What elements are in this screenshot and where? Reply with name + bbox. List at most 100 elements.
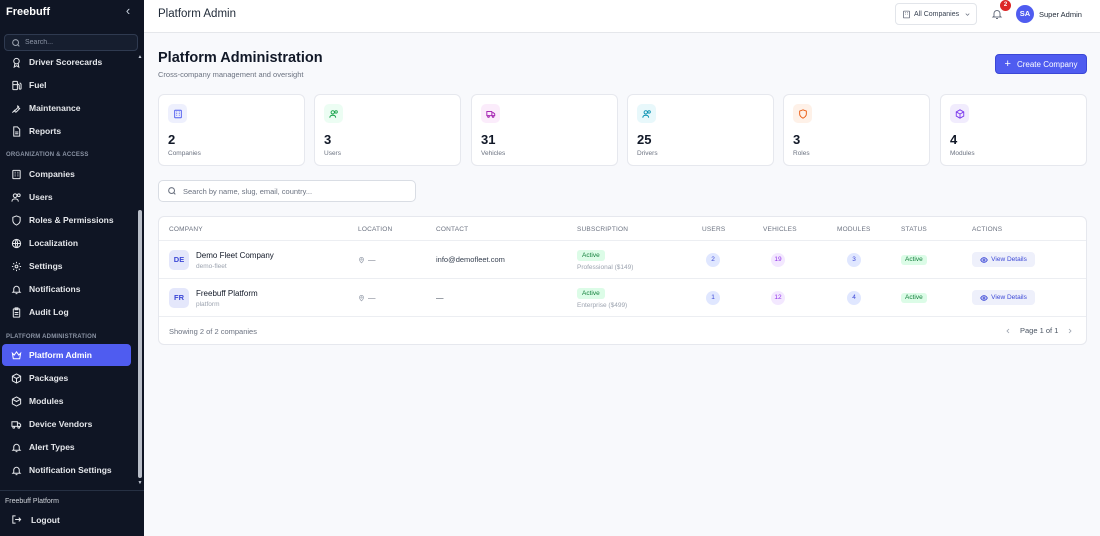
stat-label: Roles: [793, 150, 810, 157]
stat-card-drivers: 25 Drivers: [627, 94, 774, 166]
scroll-down-arrow[interactable]: ▼: [136, 480, 144, 486]
stat-value: 3: [324, 132, 332, 147]
sidebar-item-alert-types[interactable]: Alert Types: [2, 436, 131, 458]
collapse-sidebar-button[interactable]: ‹: [122, 4, 134, 18]
page-title: Platform Administration: [158, 50, 323, 66]
stat-icon-box: [793, 104, 812, 123]
company-search[interactable]: [158, 180, 416, 202]
building-icon: [173, 109, 182, 118]
stat-card-vehicles: 31 Vehicles: [471, 94, 618, 166]
sidebar-item-reports[interactable]: Reports: [2, 120, 131, 142]
location-value: —: [368, 255, 376, 264]
th-subscription: SUBSCRIPTION: [577, 226, 629, 233]
topbar: Platform Admin All Companies 2 SA Super …: [144, 0, 1100, 33]
stat-icon-box: [481, 104, 500, 123]
chevron-right-icon[interactable]: [1066, 327, 1074, 335]
sidebar-item-users[interactable]: Users: [2, 186, 131, 208]
company-contact: info@demofleet.com: [436, 255, 505, 264]
clipboard-icon: [12, 306, 21, 318]
sidebar-item-notifications[interactable]: Notifications: [2, 278, 131, 300]
wrench-icon: [12, 104, 21, 113]
view-details-button[interactable]: View Details: [972, 252, 1035, 267]
subscription-plan: Enterprise ($499): [577, 302, 628, 309]
stat-value: 3: [793, 132, 801, 147]
notification-badge: 2: [1000, 0, 1011, 11]
building-icon: [12, 169, 21, 179]
table-row[interactable]: DE Demo Fleet Company demo-fleet — info@…: [159, 241, 1086, 279]
sidebar-item-settings[interactable]: Settings: [2, 255, 131, 277]
company-select-value: All Companies: [914, 10, 960, 18]
award-icon: [13, 57, 20, 68]
modules-count: 3: [847, 253, 861, 267]
view-details-button[interactable]: View Details: [972, 290, 1035, 305]
company-contact: —: [436, 293, 444, 302]
table-row[interactable]: FR Freebuff Platform platform — — Active…: [159, 279, 1086, 317]
sidebar-item-label: Device Vendors: [29, 419, 93, 429]
sidebar-item-packages[interactable]: Packages: [2, 367, 131, 389]
company-search-input[interactable]: [183, 186, 403, 196]
stat-icon-box: [637, 104, 656, 123]
vehicles-count: 19: [771, 253, 785, 267]
fuel-icon: [12, 80, 22, 90]
logout-button[interactable]: Logout: [11, 514, 60, 525]
avatar[interactable]: SA: [1016, 5, 1034, 23]
stat-card-companies: 2 Companies: [158, 94, 305, 166]
file-icon: [13, 125, 21, 137]
sidebar-item-notification-settings[interactable]: Notification Settings: [2, 459, 131, 481]
sidebar-item-modules[interactable]: Modules: [2, 390, 131, 412]
sidebar-search[interactable]: [4, 34, 138, 51]
stat-value: 25: [637, 132, 652, 147]
pagination: Page 1 of 1: [1004, 326, 1074, 335]
sidebar-section-platform: PLATFORM ADMINISTRATION: [6, 334, 97, 340]
modules-count: 4: [847, 291, 861, 305]
stat-card-modules: 4 Modules: [940, 94, 1087, 166]
scroll-up-arrow[interactable]: ▲: [136, 54, 144, 60]
sidebar-item-roles-permissions[interactable]: Roles & Permissions: [2, 209, 131, 231]
company-select[interactable]: All Companies: [895, 3, 977, 25]
sidebar-item-localization[interactable]: Localization: [2, 232, 131, 254]
th-users: USERS: [702, 226, 726, 233]
stat-value: 4: [950, 132, 958, 147]
location-value: —: [368, 293, 376, 302]
org-name: Freebuff Platform: [5, 498, 59, 505]
bell-icon: [11, 466, 22, 475]
users-count: 2: [706, 253, 720, 267]
shield-icon: [798, 108, 807, 119]
gear-icon: [11, 261, 22, 271]
sidebar-item-device-vendors[interactable]: Device Vendors: [2, 413, 131, 435]
users-count: 1: [706, 291, 720, 305]
company-name: Demo Fleet Company: [196, 251, 274, 260]
logout-label: Logout: [31, 514, 60, 525]
chevron-left-icon[interactable]: [1004, 327, 1012, 335]
truck-icon: [11, 420, 22, 429]
sidebar-item-label: Reports: [29, 126, 62, 136]
sidebar-item-label: Roles & Permissions: [29, 215, 114, 225]
view-details-label: View Details: [991, 294, 1027, 301]
create-company-label: Create Company: [1016, 59, 1078, 69]
shield-icon: [12, 214, 21, 226]
sidebar-item-fuel[interactable]: Fuel: [2, 74, 131, 96]
sidebar-item-platform-admin[interactable]: Platform Admin: [2, 344, 131, 366]
sidebar-item-audit-log[interactable]: Audit Log: [2, 301, 131, 323]
sidebar-item-label: Modules: [29, 396, 64, 406]
th-actions: ACTIONS: [972, 226, 1003, 233]
sidebar-scrollbar[interactable]: [138, 210, 142, 478]
globe-icon: [11, 238, 22, 248]
search-icon: [12, 38, 20, 47]
sidebar-item-maintenance[interactable]: Maintenance: [2, 97, 131, 119]
eye-icon: [980, 294, 988, 301]
th-status: STATUS: [901, 226, 927, 233]
subscription-plan: Professional ($149): [577, 264, 634, 271]
sidebar-search-input[interactable]: [25, 39, 125, 46]
sidebar: Freebuff ‹ Driver Scorecards Fuel Mainte…: [0, 0, 144, 536]
create-company-button[interactable]: + Create Company: [995, 54, 1087, 74]
sidebar-item-driver-scorecards[interactable]: Driver Scorecards: [2, 51, 131, 73]
stat-icon-box: [324, 104, 343, 123]
sidebar-item-companies[interactable]: Companies: [2, 163, 131, 185]
subscription-status-badge: Active: [577, 250, 605, 261]
th-company: COMPANY: [169, 226, 203, 233]
building-icon: [903, 10, 910, 18]
company-avatar: DE: [169, 250, 189, 270]
user-name[interactable]: Super Admin: [1039, 10, 1082, 19]
company-name: Freebuff Platform: [196, 289, 258, 298]
